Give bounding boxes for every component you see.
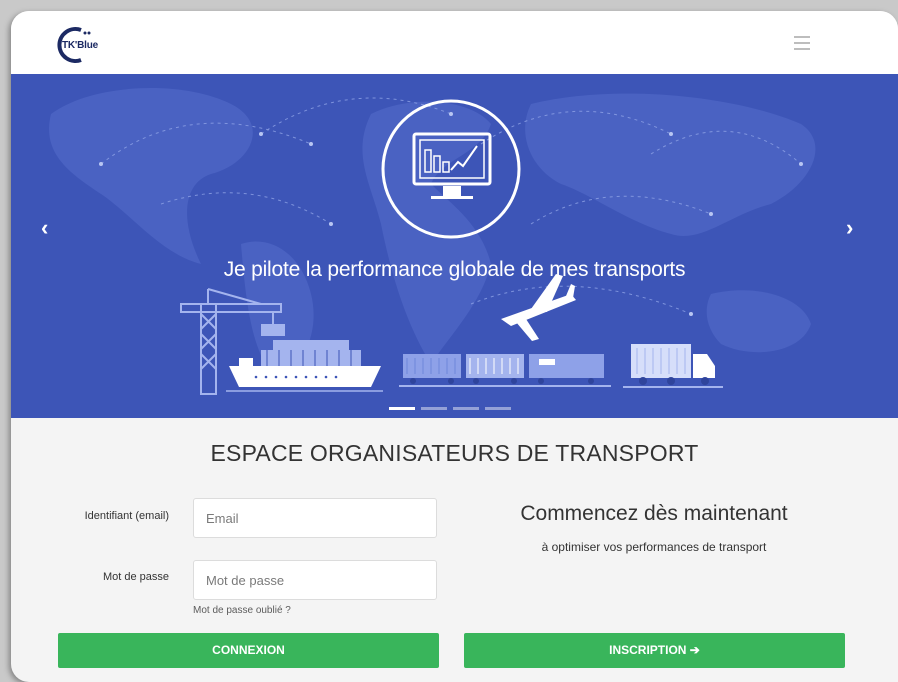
hero-carousel: ‹ › Je pilote la performance globale de … <box>11 74 898 418</box>
carousel-indicator-4[interactable] <box>485 407 511 410</box>
carousel-prev-arrow-icon[interactable]: ‹ <box>41 216 48 240</box>
email-label: Identifiant (email) <box>84 510 169 522</box>
signup-subheading: à optimiser vos performances de transpor… <box>541 540 767 554</box>
hero-title: Je pilote la performance globale de mes … <box>223 258 686 281</box>
password-label: Mot de passe <box>102 571 169 583</box>
truck-illustration <box>631 344 715 385</box>
browser-frame: TK'Blue ‹ › Je pilote la performance glo… <box>11 11 898 682</box>
navbar: TK'Blue <box>11 11 898 75</box>
signup-heading: Commencez dès maintenant <box>520 502 788 525</box>
password-input[interactable] <box>193 560 437 600</box>
hamburger-menu-icon[interactable] <box>794 36 810 50</box>
airplane-illustration <box>501 274 576 341</box>
connexion-button[interactable]: CONNEXION <box>58 633 439 668</box>
forgot-password-link[interactable]: Mot de passe oublié ? <box>193 605 291 616</box>
carousel-indicators <box>389 407 517 411</box>
carousel-indicator-3[interactable] <box>453 407 479 410</box>
inscription-button[interactable]: INSCRIPTION ➔ <box>464 633 845 668</box>
carousel-indicator-1[interactable] <box>389 407 415 410</box>
section-title: ESPACE ORGANISATEURS DE TRANSPORT <box>210 440 699 466</box>
carousel-indicator-2[interactable] <box>421 407 447 410</box>
hero-illustration <box>49 87 816 395</box>
email-input[interactable] <box>193 498 437 538</box>
train-illustration <box>403 354 604 384</box>
logo-text: TK'Blue <box>62 40 98 51</box>
cargo-ship-illustration <box>229 340 381 387</box>
carousel-next-arrow-icon[interactable]: › <box>846 216 853 240</box>
